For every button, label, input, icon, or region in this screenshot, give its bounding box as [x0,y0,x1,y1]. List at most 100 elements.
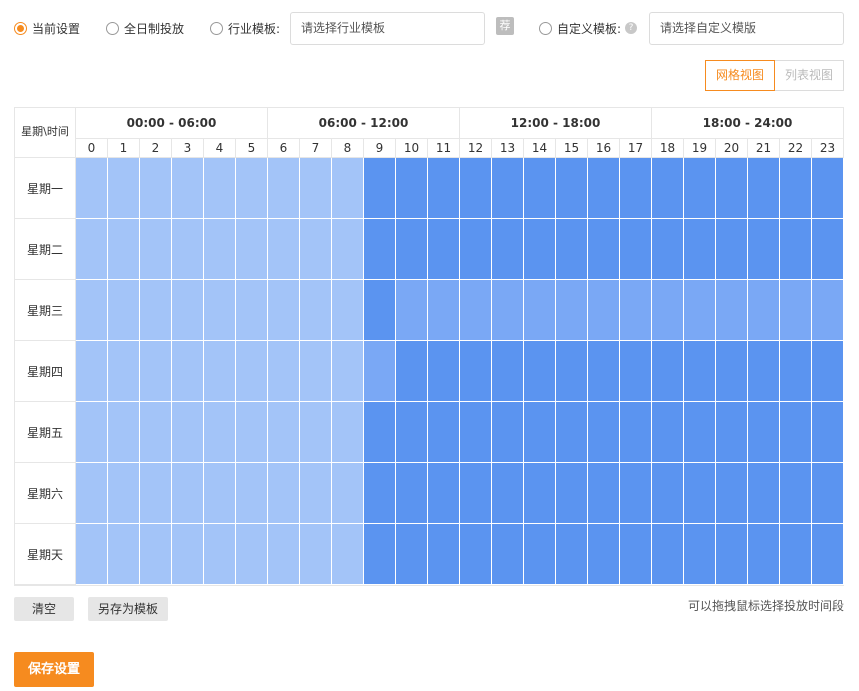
time-slot-cell[interactable] [268,524,300,585]
time-slot-cell[interactable] [748,219,780,280]
time-slot-cell[interactable] [460,463,492,524]
time-slot-cell[interactable] [140,280,172,341]
radio-industry-template[interactable]: 行业模板: [210,18,280,38]
time-slot-cell[interactable] [364,341,396,402]
time-slot-cell[interactable] [492,524,524,585]
time-slot-cell[interactable] [620,463,652,524]
time-slot-cell[interactable] [172,463,204,524]
time-slot-cell[interactable] [748,158,780,219]
time-slot-cell[interactable] [684,402,716,463]
time-slot-cell[interactable] [204,158,236,219]
time-slot-cell[interactable] [204,463,236,524]
time-slot-cell[interactable] [300,402,332,463]
time-slot-cell[interactable] [780,341,812,402]
time-slot-cell[interactable] [396,158,428,219]
time-slot-cell[interactable] [556,280,588,341]
time-slot-cell[interactable] [172,402,204,463]
time-slot-cell[interactable] [140,463,172,524]
time-slot-cell[interactable] [364,280,396,341]
time-slot-cell[interactable] [76,158,108,219]
time-slot-cell[interactable] [396,219,428,280]
time-slot-cell[interactable] [300,158,332,219]
list-view-button[interactable]: 列表视图 [775,60,845,91]
time-slot-cell[interactable] [620,219,652,280]
time-slot-cell[interactable] [428,402,460,463]
time-slot-cell[interactable] [716,158,748,219]
time-slot-cell[interactable] [236,402,268,463]
time-slot-cell[interactable] [812,219,844,280]
time-slot-cell[interactable] [300,524,332,585]
time-slot-cell[interactable] [812,280,844,341]
time-slot-cell[interactable] [332,463,364,524]
time-slot-cell[interactable] [236,524,268,585]
time-slot-cell[interactable] [428,524,460,585]
time-slot-cell[interactable] [108,280,140,341]
time-slot-cell[interactable] [364,463,396,524]
time-slot-cell[interactable] [716,219,748,280]
time-slot-cell[interactable] [364,158,396,219]
time-slot-cell[interactable] [716,463,748,524]
time-slot-cell[interactable] [716,402,748,463]
time-slot-cell[interactable] [812,402,844,463]
time-slot-cell[interactable] [460,280,492,341]
time-slot-cell[interactable] [364,219,396,280]
time-slot-cell[interactable] [428,463,460,524]
time-slot-cell[interactable] [332,524,364,585]
time-slot-cell[interactable] [396,402,428,463]
time-slot-cell[interactable] [524,219,556,280]
time-slot-cell[interactable] [460,158,492,219]
time-slot-cell[interactable] [652,341,684,402]
time-slot-cell[interactable] [588,402,620,463]
time-slot-cell[interactable] [588,341,620,402]
time-slot-cell[interactable] [652,158,684,219]
time-slot-cell[interactable] [492,219,524,280]
time-slot-cell[interactable] [268,219,300,280]
time-slot-cell[interactable] [108,402,140,463]
time-slot-cell[interactable] [780,280,812,341]
time-slot-cell[interactable] [108,219,140,280]
radio-custom-template[interactable]: 自定义模板: ? [539,18,638,38]
time-slot-cell[interactable] [652,219,684,280]
time-slot-cell[interactable] [492,158,524,219]
time-slot-cell[interactable] [396,280,428,341]
time-slot-cell[interactable] [620,280,652,341]
time-slot-cell[interactable] [620,402,652,463]
time-slot-cell[interactable] [652,524,684,585]
time-slot-cell[interactable] [428,219,460,280]
time-slot-cell[interactable] [204,280,236,341]
time-slot-cell[interactable] [268,280,300,341]
save-settings-button[interactable]: 保存设置 [14,652,94,687]
time-slot-cell[interactable] [172,280,204,341]
time-slot-cell[interactable] [492,341,524,402]
grid-view-button[interactable]: 网格视图 [705,60,776,91]
time-slot-cell[interactable] [812,158,844,219]
time-slot-cell[interactable] [268,158,300,219]
help-icon[interactable]: ? [625,22,638,34]
time-slot-cell[interactable] [780,463,812,524]
time-slot-cell[interactable] [652,280,684,341]
time-slot-cell[interactable] [300,280,332,341]
time-slot-cell[interactable] [588,463,620,524]
industry-template-select[interactable]: 请选择行业模板 [290,12,485,45]
time-slot-cell[interactable] [364,402,396,463]
time-slot-cell[interactable] [332,280,364,341]
time-slot-cell[interactable] [76,219,108,280]
time-slot-cell[interactable] [556,158,588,219]
radio-industry-dot[interactable] [210,21,223,35]
time-slot-cell[interactable] [236,463,268,524]
time-slot-cell[interactable] [300,219,332,280]
time-slot-cell[interactable] [812,341,844,402]
time-slot-cell[interactable] [396,341,428,402]
recommend-icon[interactable]: 荐 [496,17,514,35]
time-slot-cell[interactable] [172,524,204,585]
time-slot-cell[interactable] [780,402,812,463]
time-slot-cell[interactable] [748,402,780,463]
time-slot-cell[interactable] [172,158,204,219]
time-slot-cell[interactable] [172,219,204,280]
time-slot-cell[interactable] [396,524,428,585]
time-slot-cell[interactable] [428,280,460,341]
time-slot-cell[interactable] [332,158,364,219]
time-slot-cell[interactable] [140,341,172,402]
radio-all-day[interactable]: 全日制投放 [106,18,184,38]
time-slot-cell[interactable] [428,341,460,402]
